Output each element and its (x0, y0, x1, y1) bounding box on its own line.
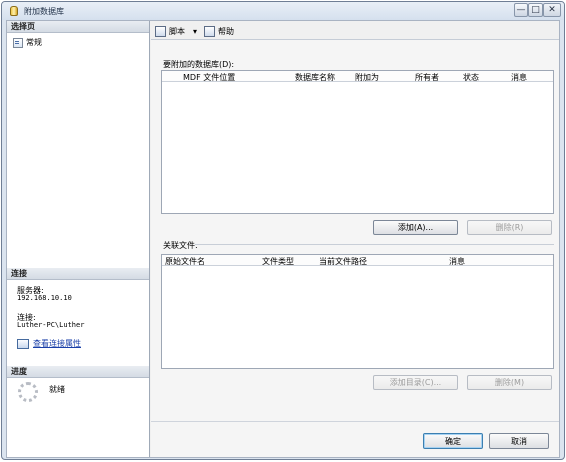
toolbar: 脚本 ▾ 帮助 (155, 24, 234, 38)
column-header-attach-as[interactable]: 附加为 (355, 72, 379, 83)
window-title: 附加数据库 (24, 7, 64, 16)
view-connection-properties[interactable]: 查看连接属性 (17, 338, 81, 349)
add-catalog-button[interactable]: 添加目录(C)... (373, 375, 458, 390)
databases-grid[interactable]: MDF 文件位置 数据库名称 附加为 所有者 状态 消息 (161, 70, 554, 214)
footer-divider (151, 421, 559, 422)
column-header-message[interactable]: 消息 (449, 256, 465, 267)
column-header-current-file-path[interactable]: 当前文件路径 (319, 256, 367, 267)
close-button[interactable]: ✕ (543, 3, 561, 17)
remove-database-button[interactable]: 删除(R) (467, 220, 552, 235)
remove-file-button[interactable]: 删除(M) (467, 375, 552, 390)
associated-files-grid[interactable]: 原始文件名 文件类型 当前文件路径 消息 (161, 254, 554, 369)
progress-status: 就绪 (49, 385, 65, 394)
column-header-original-file-name[interactable]: 原始文件名 (165, 256, 205, 267)
progress-spinner-icon (18, 382, 38, 402)
help-button[interactable]: 帮助 (218, 26, 234, 37)
view-connection-properties-link[interactable]: 查看连接属性 (33, 338, 81, 349)
add-database-button[interactable]: 添加(A)... (373, 220, 458, 235)
files-grid-header: 原始文件名 文件类型 当前文件路径 消息 (162, 255, 553, 266)
column-header-mdf-location[interactable]: MDF 文件位置 (183, 72, 235, 83)
databases-grid-header: MDF 文件位置 数据库名称 附加为 所有者 状态 消息 (162, 71, 553, 82)
title-bar[interactable]: 附加数据库 — □ ✕ (2, 2, 564, 20)
script-icon (155, 25, 166, 37)
left-pane: 选择页 常规 连接 服务器: 192.168.10.10 连接: Luther-… (7, 21, 150, 457)
attach-database-window: 附加数据库 — □ ✕ 选择页 常规 连接 服务器: 192.168.10.10… (1, 1, 565, 460)
dialog-client-area: 选择页 常规 连接 服务器: 192.168.10.10 连接: Luther-… (6, 20, 560, 458)
section-divider (195, 244, 554, 245)
page-item-general[interactable]: 常规 (13, 37, 42, 48)
connection-header: 连接 (7, 268, 149, 280)
column-header-owner[interactable]: 所有者 (415, 72, 439, 83)
maximize-button[interactable]: □ (528, 3, 543, 17)
server-value: 192.168.10.10 (17, 294, 72, 302)
help-icon (204, 25, 216, 37)
column-header-message[interactable]: 消息 (511, 72, 527, 83)
minimize-button[interactable]: — (514, 3, 528, 17)
column-header-database-name[interactable]: 数据库名称 (295, 72, 335, 83)
connection-value: Luther-PC\Luther (17, 321, 85, 329)
script-button[interactable]: 脚本 (169, 26, 185, 37)
cancel-button[interactable]: 取消 (489, 433, 549, 449)
column-header-file-type[interactable]: 文件类型 (262, 256, 294, 267)
select-page-header: 选择页 (7, 21, 149, 33)
properties-icon (17, 338, 29, 349)
column-header-status[interactable]: 状态 (463, 72, 479, 83)
page-item-label: 常规 (26, 38, 42, 47)
databases-to-attach-label: 要附加的数据库(D): (163, 60, 235, 69)
page-icon (13, 37, 23, 48)
script-dropdown-icon[interactable]: ▾ (193, 27, 197, 36)
progress-header: 进度 (7, 366, 149, 378)
database-icon (10, 6, 18, 16)
ok-button[interactable]: 确定 (423, 433, 483, 449)
associated-files-label: 关联文件: (163, 241, 198, 250)
